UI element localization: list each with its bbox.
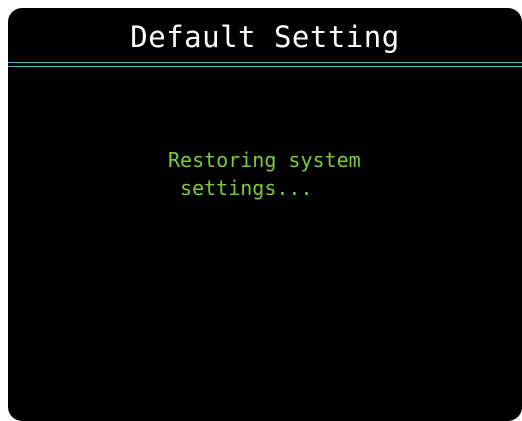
title-bar: Default Setting <box>8 8 522 67</box>
title-divider-bottom <box>8 66 522 67</box>
status-message-line1: Restoring system <box>168 148 361 172</box>
status-message-line2: settings... <box>168 176 313 200</box>
status-message: Restoring system settings... <box>168 146 361 202</box>
title-divider-top <box>8 62 522 63</box>
screen-title: Default Setting <box>130 20 400 54</box>
device-screen: Default Setting Restoring system setting… <box>8 8 522 421</box>
